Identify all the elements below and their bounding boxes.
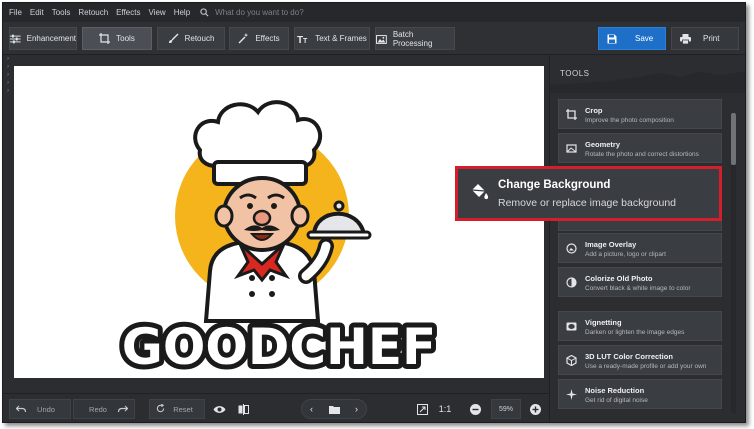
logo-text: GOODCHEF	[122, 318, 436, 376]
tool-3d-lut-color-correction[interactable]: 3D LUT Color Correction Use a ready-made…	[558, 345, 722, 375]
tools-panel: TOOLS Crop Improve the photo composition…	[549, 55, 745, 422]
chevron-right-icon: ›	[7, 64, 9, 70]
save-label: Save	[635, 34, 654, 43]
tool-colorize-old-photo[interactable]: Colorize Old Photo Convert black & white…	[558, 267, 722, 297]
menu-tools[interactable]: Tools	[48, 8, 75, 17]
images-icon	[376, 34, 387, 44]
previous-image-icon[interactable]: ‹	[310, 404, 313, 414]
tab-text-frames[interactable]: TT Text & Frames	[294, 27, 370, 50]
menu-edit[interactable]: Edit	[26, 8, 48, 17]
next-image-icon[interactable]: ›	[355, 404, 358, 414]
minus-icon	[469, 403, 481, 415]
text-icon: TT	[297, 35, 308, 44]
actual-size-button[interactable]: 1:1	[435, 399, 455, 419]
tool-crop[interactable]: Crop Improve the photo composition	[558, 99, 722, 129]
print-button[interactable]: Print	[671, 27, 739, 50]
plus-icon	[529, 403, 541, 415]
reset-label: Reset	[173, 404, 193, 414]
menu-effects[interactable]: Effects	[112, 8, 144, 17]
tab-label: Batch Processing	[392, 29, 433, 48]
tab-effects[interactable]: Effects	[229, 27, 289, 50]
folder-icon[interactable]	[329, 405, 340, 414]
zoom-level[interactable]: 59%	[491, 399, 521, 419]
crop-icon	[566, 109, 577, 120]
eye-icon	[213, 405, 225, 413]
sliders-icon	[10, 34, 21, 43]
lut-icon	[566, 355, 577, 366]
search-input[interactable]	[215, 8, 376, 17]
floppy-disk-icon	[607, 34, 617, 43]
vignette-icon	[566, 322, 577, 331]
preview-button[interactable]	[209, 399, 229, 419]
menu-bar: File Edit Tools Retouch Effects View Hel…	[3, 3, 745, 22]
fit-screen-icon	[416, 403, 428, 415]
zoom-out-button[interactable]	[465, 399, 485, 419]
tab-label: Tools	[116, 34, 135, 43]
save-button[interactable]: Save	[598, 27, 666, 50]
zoom-in-button[interactable]	[525, 399, 545, 419]
tab-retouch[interactable]: Retouch	[157, 27, 225, 50]
tab-enhancement[interactable]: Enhancement	[9, 27, 77, 50]
image-navigation: ‹ ›	[301, 399, 367, 419]
redo-icon	[118, 405, 128, 413]
tool-geometry[interactable]: Geometry Rotate the photo and correct di…	[558, 133, 722, 163]
undo-label: Undo	[37, 404, 55, 414]
geometry-icon	[566, 144, 577, 153]
menu-file[interactable]: File	[3, 8, 26, 17]
fit-to-screen-button[interactable]	[413, 399, 431, 419]
main-toolbar: Enhancement Tools Retouch Effects TT Tex…	[3, 22, 745, 55]
left-collapse-strip[interactable]: › › › › ›	[3, 55, 13, 393]
chevron-right-icon: ›	[7, 88, 9, 94]
svg-text:T: T	[303, 38, 308, 44]
scrollbar-thumb[interactable]	[731, 113, 736, 165]
compare-icon	[238, 403, 249, 415]
tab-label: Retouch	[184, 34, 215, 43]
search-box[interactable]	[200, 8, 376, 17]
tab-batch-processing[interactable]: Batch Processing	[375, 27, 455, 50]
menu-retouch[interactable]: Retouch	[74, 8, 112, 17]
tool-vignetting[interactable]: Vignetting Darken or lighten the image e…	[558, 311, 722, 341]
menu-view[interactable]: View	[144, 8, 169, 17]
panel-title: TOOLS	[560, 69, 590, 78]
print-label: Print	[703, 34, 720, 43]
callout-title: Change Background	[498, 179, 611, 191]
redo-label: Redo	[89, 404, 107, 414]
undo-button[interactable]: Undo	[9, 399, 71, 419]
colorize-icon	[566, 277, 577, 288]
menu-help[interactable]: Help	[170, 8, 194, 17]
panel-scrollbar[interactable]	[731, 113, 736, 413]
undo-icon	[16, 405, 26, 413]
tab-label: Effects	[255, 34, 280, 43]
compare-button[interactable]	[233, 399, 253, 419]
paint-bucket-icon	[471, 184, 489, 200]
callout-description: Remove or replace image background	[498, 197, 677, 209]
crop-icon	[99, 33, 111, 44]
tab-label: Enhancement	[26, 34, 76, 43]
chevron-right-icon: ›	[7, 72, 9, 78]
redo-button[interactable]: Redo	[73, 399, 135, 419]
noise-icon	[566, 389, 577, 400]
change-background-callout[interactable]: Change Background Remove or replace imag…	[455, 166, 722, 221]
tool-image-overlay[interactable]: Image Overlay Add a picture, logo or cli…	[558, 233, 722, 263]
tab-tools[interactable]: Tools	[82, 27, 152, 50]
overlay-icon	[566, 243, 577, 254]
bottom-toolbar: Undo Redo Reset ‹ › 1:1 59%	[3, 393, 549, 422]
chevron-right-icon: ›	[7, 56, 9, 62]
image-canvas[interactable]: GOODCHEF GOODCHEF	[14, 66, 544, 381]
magic-wand-icon	[238, 33, 249, 44]
goodchef-logo-image: GOODCHEF GOODCHEF	[117, 100, 441, 381]
brush-icon	[168, 33, 179, 44]
search-icon	[200, 8, 209, 17]
chevron-right-icon: ›	[7, 80, 9, 86]
printer-icon	[680, 33, 691, 44]
reset-button[interactable]: Reset	[149, 399, 205, 419]
reset-icon	[156, 404, 165, 413]
tool-noise-reduction[interactable]: Noise Reduction Get rid of digital noise	[558, 379, 722, 409]
panel-header: TOOLS	[550, 55, 745, 93]
tab-label: Text & Frames	[315, 34, 367, 43]
